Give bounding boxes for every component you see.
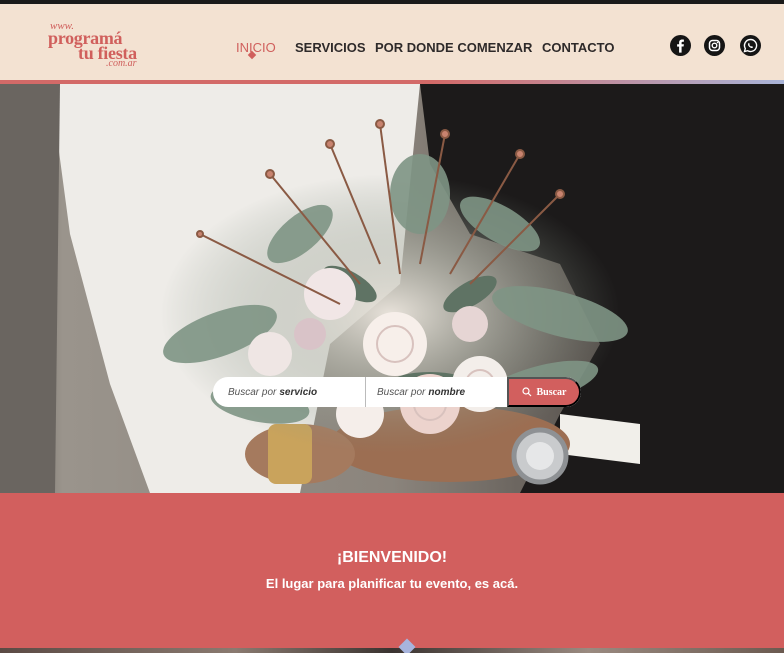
search-button-label: Buscar bbox=[536, 386, 567, 398]
search-button[interactable]: Buscar bbox=[507, 377, 581, 407]
nav-item-servicios[interactable]: SERVICIOS bbox=[295, 40, 366, 55]
hero-wedding-bouquet-image bbox=[0, 84, 784, 493]
search-icon bbox=[521, 387, 531, 397]
nav-item-inicio[interactable]: INICIO bbox=[236, 40, 276, 55]
search-name-input[interactable]: Buscar por nombre bbox=[377, 377, 465, 407]
gallery-strip bbox=[0, 648, 784, 653]
logo-domain: .com.ar bbox=[106, 58, 137, 69]
facebook-icon[interactable] bbox=[670, 35, 691, 56]
search-name-keyword: nombre bbox=[428, 386, 466, 398]
welcome-section: ¡BIENVENIDO! El lugar para planificar tu… bbox=[0, 493, 784, 648]
site-logo[interactable]: www. programá tu fiesta .com.ar bbox=[48, 20, 148, 70]
search-service-placeholder: Buscar por bbox=[228, 386, 277, 398]
welcome-title: ¡BIENVENIDO! bbox=[336, 549, 448, 566]
nav-item-contacto[interactable]: CONTACTO bbox=[542, 40, 614, 55]
search-service-keyword: servicio bbox=[279, 386, 318, 398]
site-header: www. programá tu fiesta .com.ar INICIO S… bbox=[0, 4, 784, 82]
hero-banner bbox=[0, 84, 784, 493]
nav-item-por-donde-comenzar[interactable]: POR DONDE COMENZAR bbox=[375, 40, 532, 55]
welcome-subtitle: El lugar para planificar tu evento, es a… bbox=[265, 576, 519, 591]
search-divider bbox=[365, 377, 366, 407]
instagram-icon[interactable] bbox=[704, 35, 725, 56]
whatsapp-icon[interactable] bbox=[740, 35, 761, 56]
search-service-input[interactable]: Buscar por servicio bbox=[228, 377, 317, 407]
search-name-placeholder: Buscar por bbox=[377, 386, 426, 398]
search-bar: Buscar por servicio Buscar por nombre Bu… bbox=[213, 377, 581, 407]
